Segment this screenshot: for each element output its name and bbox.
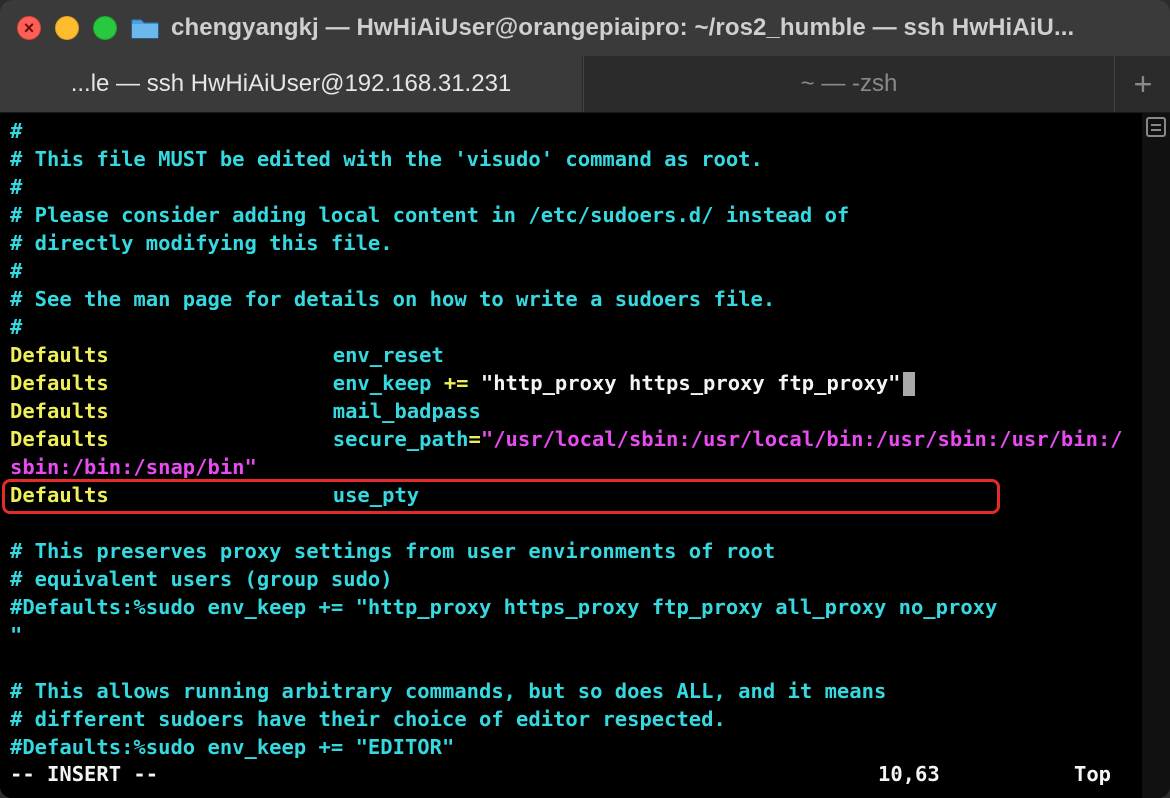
- title-bar: × chengyangkj — HwHiAiUser@orangepiaipro…: [0, 0, 1170, 56]
- option-name: env_keep: [332, 371, 432, 395]
- secure-path-continuation: sbin:/bin:/snap/bin": [10, 455, 257, 479]
- tab-zsh[interactable]: ~ — -zsh: [583, 56, 1114, 112]
- cursor-position: 10,63: [878, 762, 940, 786]
- close-button[interactable]: ×: [17, 16, 41, 40]
- highlight-box: [2, 479, 1000, 514]
- buffer-line: [10, 649, 1123, 677]
- defaults-keyword: Defaults: [10, 343, 109, 367]
- buffer-line: # equivalent users (group sudo): [10, 567, 393, 591]
- tab-ssh[interactable]: ...le — ssh HwHiAiUser@192.168.31.231: [0, 56, 582, 112]
- defaults-env-reset-line: Defaults env_reset: [10, 341, 1123, 369]
- buffer-line: #: [10, 315, 23, 339]
- buffer-line: #: [10, 259, 23, 283]
- buffer-line: #Defaults:%sudo env_keep += "http_proxy …: [10, 595, 998, 619]
- buffer-line: # This file MUST be edited with the 'vis…: [10, 147, 763, 171]
- new-tab-button[interactable]: +: [1114, 56, 1170, 112]
- defaults-keyword: Defaults: [10, 399, 109, 423]
- defaults-mail-badpass-line: Defaults mail_badpass: [10, 397, 1123, 425]
- window-controls: ×: [17, 16, 131, 40]
- defaults-keyword: Defaults: [10, 427, 109, 451]
- vim-status-bar: -- INSERT -- 10,63 Top: [10, 760, 1130, 788]
- terminal-content[interactable]: # # This file MUST be edited with the 'v…: [0, 113, 1142, 798]
- buffer-line: # See the man page for details on how to…: [10, 287, 776, 311]
- buffer-line: # This allows running arbitrary commands…: [10, 679, 887, 703]
- buffer-line: #: [10, 175, 23, 199]
- scrollbar-menu-icon[interactable]: [1146, 117, 1166, 137]
- tab-bar: ...le — ssh HwHiAiUser@192.168.31.231 ~ …: [0, 56, 1170, 113]
- close-icon: ×: [23, 18, 35, 38]
- buffer-line: # directly modifying this file.: [10, 231, 393, 255]
- minimize-button[interactable]: [55, 16, 79, 40]
- operator: =: [468, 427, 481, 451]
- buffer-line: ": [10, 623, 23, 647]
- option-name: secure_path: [332, 427, 469, 451]
- zoom-button[interactable]: [93, 16, 117, 40]
- scroll-position: Top: [1074, 762, 1112, 786]
- buffer-line: # Please consider adding local content i…: [10, 203, 850, 227]
- text-cursor: [902, 372, 915, 396]
- scrollbar[interactable]: [1142, 113, 1170, 798]
- defaults-env-keep-line: Defaults env_keep += "http_proxy https_pr…: [10, 369, 1123, 397]
- window-title: chengyangkj — HwHiAiUser@orangepiaipro: …: [171, 14, 1075, 41]
- option-value: "http_proxy https_proxy ftp_proxy": [468, 371, 901, 395]
- buffer-line: # different sudoers have their choice of…: [10, 707, 726, 731]
- vim-buffer: # # This file MUST be edited with the 'v…: [10, 117, 1123, 761]
- buffer-line: #Defaults:%sudo env_keep += "EDITOR": [10, 735, 455, 759]
- defaults-keyword: Defaults: [10, 371, 109, 395]
- buffer-line: #: [10, 119, 23, 143]
- folder-icon: [131, 19, 159, 39]
- option-name: env_reset: [332, 343, 444, 367]
- mode-indicator: -- INSERT --: [10, 762, 159, 786]
- terminal-window: × chengyangkj — HwHiAiUser@orangepiaipro…: [0, 0, 1170, 798]
- buffer-line: # This preserves proxy settings from use…: [10, 539, 776, 563]
- option-value: "/usr/local/sbin:/usr/local/bin:/usr/sbi…: [480, 427, 1123, 451]
- operator: +=: [431, 371, 469, 395]
- defaults-secure-path-line: Defaults secure_path="/usr/local/sbin:/us…: [10, 425, 1123, 453]
- option-name: mail_badpass: [332, 399, 481, 423]
